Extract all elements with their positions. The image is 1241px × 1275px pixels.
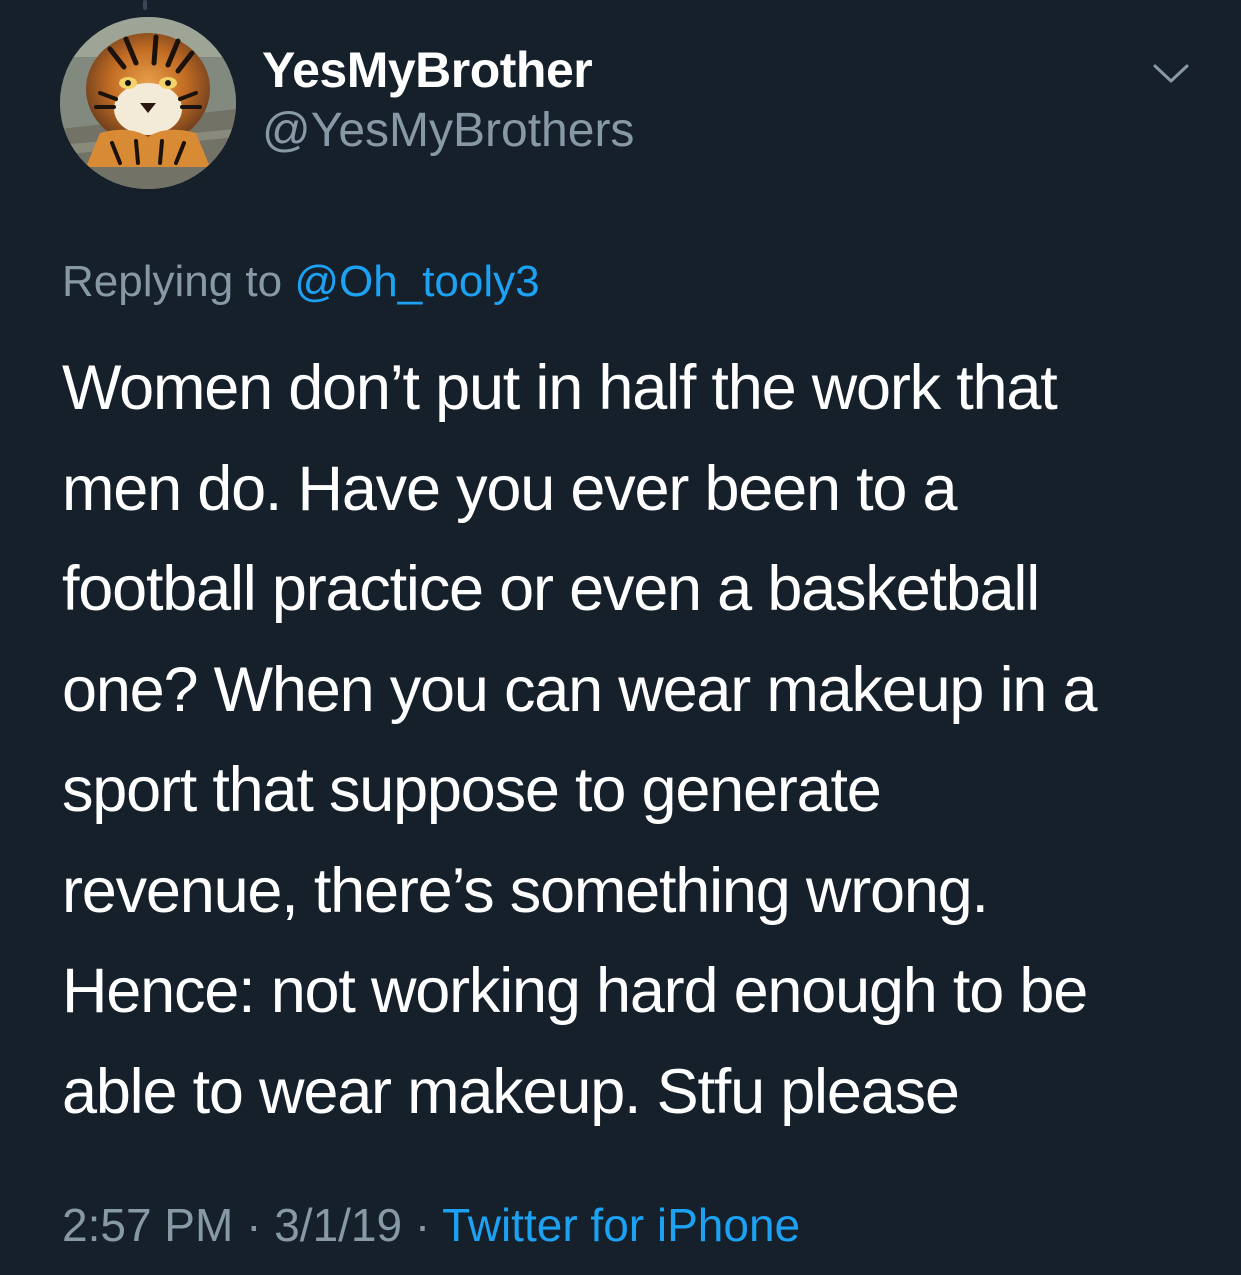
tweet-text-line: able to wear makeup. Stfu please: [62, 1056, 960, 1127]
tweet-source-link[interactable]: Twitter for iPhone: [442, 1199, 800, 1251]
meta-separator: ·: [233, 1199, 275, 1251]
tweet-time[interactable]: 2:57 PM: [62, 1199, 233, 1251]
tweet-text-line: Women don’t put in half the work that: [62, 353, 1058, 423]
reply-mention-link[interactable]: @Oh_tooly3: [294, 257, 539, 306]
thread-line: [143, 0, 147, 10]
user-handle[interactable]: @YesMyBrothers: [262, 102, 634, 160]
meta-separator: ·: [402, 1199, 443, 1251]
replying-to-label: Replying to: [62, 257, 283, 306]
chevron-down-icon[interactable]: [1152, 60, 1190, 88]
replying-to-line: Replying to @Oh_tooly3: [62, 254, 540, 310]
tweet-card: YesMyBrother @YesMyBrothers Replying to …: [0, 0, 1241, 1275]
avatar[interactable]: [60, 17, 236, 189]
tweet-text-line: football practice or even a basketball: [62, 554, 1040, 624]
tiger-avatar-icon: [60, 17, 236, 189]
tweet-text-line: men do. Have you ever been to a: [62, 453, 958, 524]
tweet-meta: 2:57 PM · 3/1/19 · Twitter for iPhone: [62, 1196, 800, 1254]
tweet-text-line: one? When you can wear makeup in a: [62, 654, 1098, 725]
tweet-date[interactable]: 3/1/19: [274, 1199, 402, 1251]
tweet-text-line: sport that suppose to generate: [62, 755, 882, 825]
tweet-text: Women don’t put in half the work that me…: [62, 338, 1202, 1142]
display-name[interactable]: YesMyBrother: [262, 40, 593, 100]
tweet-text-line: revenue, there’s something wrong.: [62, 855, 989, 926]
tweet-text-line: Hence: not working hard enough to be: [62, 956, 1088, 1026]
